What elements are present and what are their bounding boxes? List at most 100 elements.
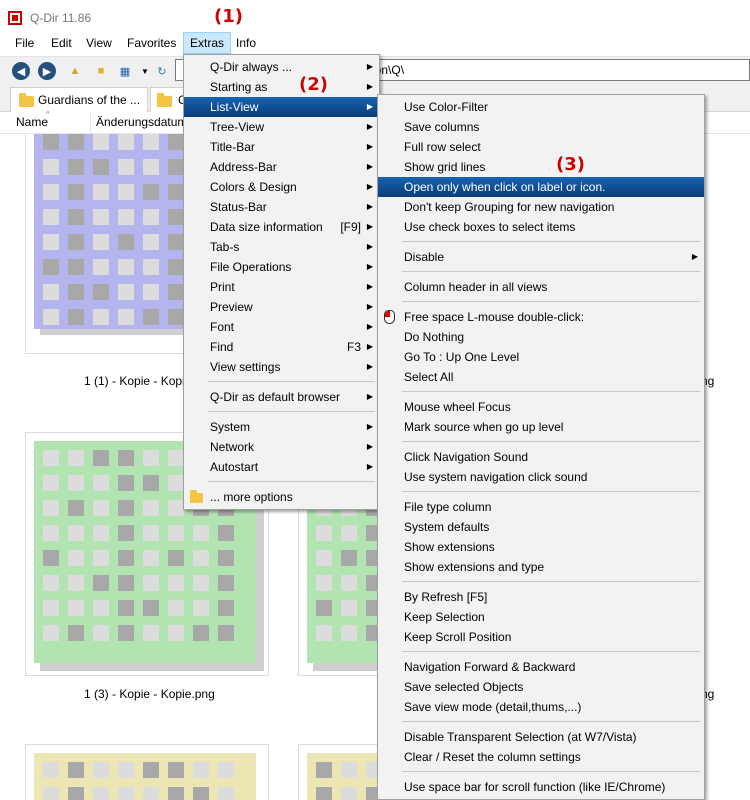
menu-separator <box>402 271 700 272</box>
menu-extras[interactable]: Extras <box>183 32 232 54</box>
menu-item-label: Disable Transparent Selection (at W7/Vis… <box>404 730 637 744</box>
column-divider[interactable] <box>90 112 91 134</box>
menu-item-find[interactable]: Find F3 ▶ <box>184 337 379 357</box>
submenu-arrow-icon: ▶ <box>366 322 373 331</box>
menu-item-q-dir-always[interactable]: Q-Dir always ... ▶ <box>184 57 379 77</box>
menu-item-label: Keep Selection <box>404 610 485 624</box>
menu-item-status-bar[interactable]: Status-Bar ▶ <box>184 197 379 217</box>
menu-item-label: File Operations <box>210 260 292 274</box>
menu-item-navigation-forward-backward[interactable]: Navigation Forward & Backward <box>378 657 704 677</box>
menu-item-open-only-when-click-on-label-or-icon[interactable]: Open only when click on label or icon. <box>378 177 704 197</box>
menu-item-label: Use Color-Filter <box>404 100 489 114</box>
menu-item-save-selected-objects[interactable]: Save selected Objects <box>378 677 704 697</box>
file-caption[interactable]: 1 (3) - Kopie - Kopie.png <box>84 687 215 701</box>
up-folder-icon[interactable]: ▲ <box>66 62 84 80</box>
menu-item-label: System defaults <box>404 520 490 534</box>
menu-item-label: Show extensions <box>404 540 495 554</box>
submenu-arrow-icon: ▶ <box>366 222 373 231</box>
title-bar: Q-Dir 11.86 <box>0 0 750 32</box>
file-caption[interactable]: 1 (1) - Kopie - Kopi <box>84 374 185 388</box>
menu-item-file-operations[interactable]: File Operations ▶ <box>184 257 379 277</box>
menu-item-file-type-column[interactable]: File type column <box>378 497 704 517</box>
menu-item-disable[interactable]: Disable ▶ <box>378 247 704 267</box>
menu-item-show-extensions[interactable]: Show extensions <box>378 537 704 557</box>
submenu-arrow-icon: ▶ <box>366 202 373 211</box>
menu-item-disable-transparent-selection-at-w7-vista[interactable]: Disable Transparent Selection (at W7/Vis… <box>378 727 704 747</box>
new-folder-icon[interactable]: ■ <box>92 62 110 80</box>
menu-item-label: File type column <box>404 500 492 514</box>
menu-item-mark-source-when-go-up-level[interactable]: Mark source when go up level <box>378 417 704 437</box>
menu-item-tab-s[interactable]: Tab-s ▶ <box>184 237 379 257</box>
menu-file[interactable]: File <box>9 32 40 54</box>
menu-item-label: View settings <box>210 360 281 374</box>
menu-item-autostart[interactable]: Autostart ▶ <box>184 457 379 477</box>
chevron-down-icon[interactable]: ▼ <box>136 62 154 80</box>
menu-item-network[interactable]: Network ▶ <box>184 437 379 457</box>
submenu-arrow-icon: ▶ <box>366 342 373 351</box>
back-icon[interactable]: ◀ <box>12 62 30 80</box>
menu-item-colors-design[interactable]: Colors & Design ▶ <box>184 177 379 197</box>
menu-item-system-defaults[interactable]: System defaults <box>378 517 704 537</box>
forward-icon[interactable]: ▶ <box>38 62 56 80</box>
file-thumbnail[interactable] <box>25 744 269 800</box>
menu-item-label: Use check boxes to select items <box>404 220 576 234</box>
menu-item-title-bar[interactable]: Title-Bar ▶ <box>184 137 379 157</box>
menu-item-go-to-up-one-level[interactable]: Go To : Up One Level <box>378 347 704 367</box>
menu-item-clear-reset-the-column-settings[interactable]: Clear / Reset the column settings <box>378 747 704 767</box>
menu-item-q-dir-as-default-browser[interactable]: Q-Dir as default browser ▶ <box>184 387 379 407</box>
column-date[interactable]: Änderungsdatum <box>96 115 187 129</box>
menu-item-save-view-mode-detail-thums[interactable]: Save view mode (detail,thums,...) <box>378 697 704 717</box>
menu-item-don-t-keep-grouping-for-new-navigation[interactable]: Don't keep Grouping for new navigation <box>378 197 704 217</box>
menu-item-label: Use system navigation click sound <box>404 470 588 484</box>
submenu-arrow-icon: ▶ <box>366 82 373 91</box>
menu-item-full-row-select[interactable]: Full row select <box>378 137 704 157</box>
menu-item-label: Column header in all views <box>404 280 548 294</box>
menu-item-column-header-in-all-views[interactable]: Column header in all views <box>378 277 704 297</box>
menu-item-select-all[interactable]: Select All <box>378 367 704 387</box>
menu-item-tree-view[interactable]: Tree-View ▶ <box>184 117 379 137</box>
menu-item-label: Address-Bar <box>210 160 277 174</box>
menu-item-system[interactable]: System ▶ <box>184 417 379 437</box>
menu-item-print[interactable]: Print ▶ <box>184 277 379 297</box>
tab-guardians[interactable]: Guardians of the ... <box>10 87 148 112</box>
menu-item-font[interactable]: Font ▶ <box>184 317 379 337</box>
menu-favorites[interactable]: Favorites <box>121 32 182 54</box>
menu-item-label: Preview <box>210 300 253 314</box>
menu-item-starting-as[interactable]: Starting as ▶ <box>184 77 379 97</box>
menu-info[interactable]: Info <box>230 32 262 54</box>
menu-item-list-view[interactable]: List-View ▶ <box>184 97 379 117</box>
menu-item-label: System <box>210 420 251 434</box>
menu-item-save-columns[interactable]: Save columns <box>378 117 704 137</box>
menu-item-free-space-l-mouse-double-click[interactable]: Free space L-mouse double-click: <box>378 307 704 327</box>
menu-item-data-size-information[interactable]: Data size information [F9] ▶ <box>184 217 379 237</box>
menu-item-preview[interactable]: Preview ▶ <box>184 297 379 317</box>
menu-view[interactable]: View <box>80 32 118 54</box>
menu-edit[interactable]: Edit <box>45 32 78 54</box>
submenu-arrow-icon: ▶ <box>366 62 373 71</box>
menu-item-address-bar[interactable]: Address-Bar ▶ <box>184 157 379 177</box>
refresh-icon[interactable]: ↻ <box>153 62 171 80</box>
menu-separator <box>402 721 700 722</box>
menu-separator <box>402 491 700 492</box>
view-mode-icon[interactable]: ▦ <box>116 62 134 80</box>
menu-item-label: Status-Bar <box>210 200 267 214</box>
menu-item-view-settings[interactable]: View settings ▶ <box>184 357 379 377</box>
submenu-arrow-icon: ▶ <box>691 252 698 261</box>
column-name[interactable]: Name <box>16 115 48 129</box>
menu-item-more-options[interactable]: ... more options <box>184 487 379 507</box>
menu-item-click-navigation-sound[interactable]: Click Navigation Sound <box>378 447 704 467</box>
menu-item-use-color-filter[interactable]: Use Color-Filter <box>378 97 704 117</box>
menu-item-use-system-navigation-click-sound[interactable]: Use system navigation click sound <box>378 467 704 487</box>
menu-item-show-grid-lines[interactable]: Show grid lines <box>378 157 704 177</box>
menu-item-mouse-wheel-focus[interactable]: Mouse wheel Focus <box>378 397 704 417</box>
menu-item-use-space-bar-for-scroll-function-like-ie-chrome[interactable]: Use space bar for scroll function (like … <box>378 777 704 797</box>
menu-item-by-refresh-f5[interactable]: By Refresh [F5] <box>378 587 704 607</box>
menu-item-show-extensions-and-type[interactable]: Show extensions and type <box>378 557 704 577</box>
submenu-arrow-icon: ▶ <box>366 182 373 191</box>
folder-icon <box>190 490 203 503</box>
menu-item-do-nothing[interactable]: Do Nothing <box>378 327 704 347</box>
menu-item-keep-scroll-position[interactable]: Keep Scroll Position <box>378 627 704 647</box>
menu-item-use-check-boxes-to-select-items[interactable]: Use check boxes to select items <box>378 217 704 237</box>
menu-item-label: Select All <box>404 370 454 384</box>
menu-item-keep-selection[interactable]: Keep Selection <box>378 607 704 627</box>
